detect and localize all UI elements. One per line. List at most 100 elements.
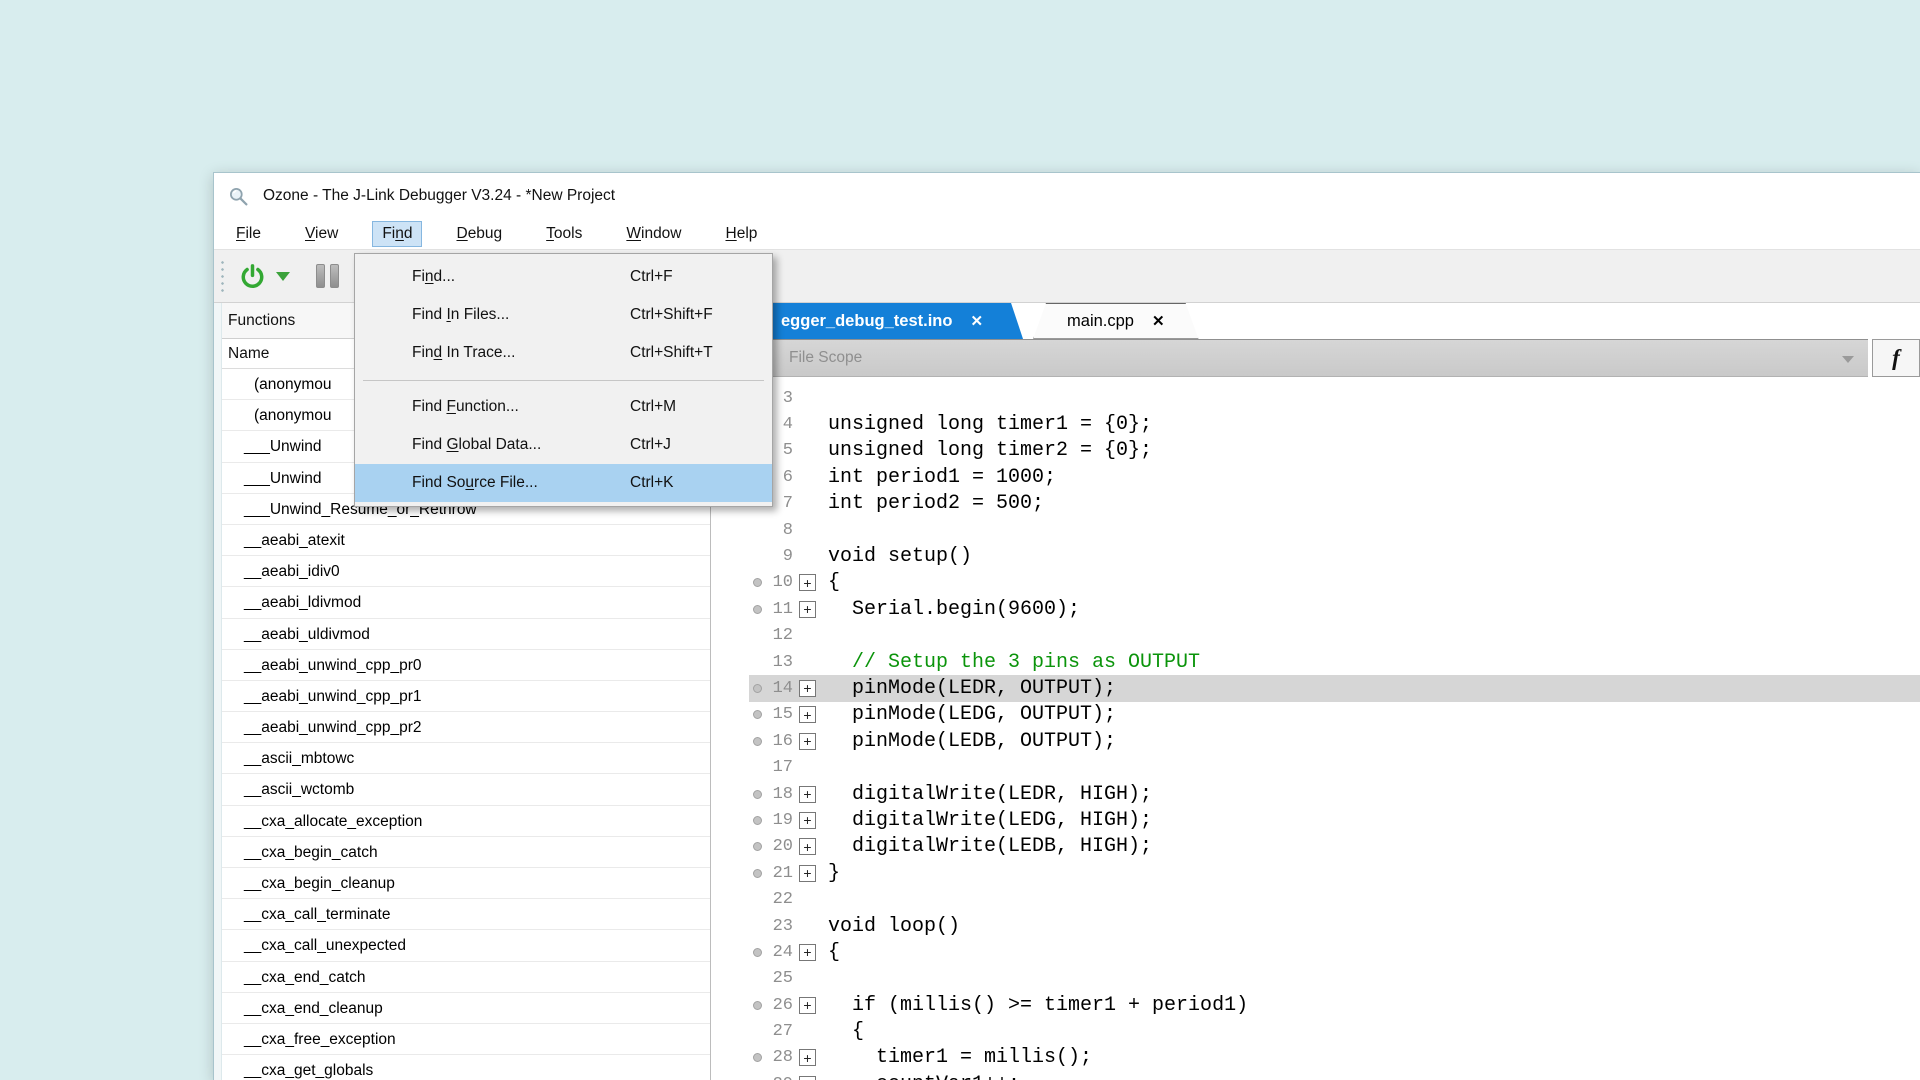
expand-plus-box[interactable]: + xyxy=(799,997,816,1014)
code-text: int period1 = 1000; xyxy=(828,466,1056,489)
expand-plus-box[interactable]: + xyxy=(799,680,816,697)
toolbar-drag-handle[interactable] xyxy=(220,259,225,293)
function-list-item[interactable]: __aeabi_atexit xyxy=(214,525,710,556)
expand-plus-box[interactable]: + xyxy=(799,1049,816,1066)
power-dropdown-arrow[interactable] xyxy=(276,272,290,281)
function-list-item[interactable]: __cxa_end_cleanup xyxy=(214,993,710,1024)
function-list-item[interactable]: __cxa_allocate_exception xyxy=(214,806,710,837)
function-list-item[interactable]: __aeabi_unwind_cpp_pr1 xyxy=(214,681,710,712)
app-window: Ozone - The J-Link Debugger V3.24 - *New… xyxy=(213,172,1920,1080)
function-list-item[interactable]: __cxa_call_terminate xyxy=(214,899,710,930)
menu-item-label: Find Global Data... xyxy=(412,436,541,454)
tab-close-icon[interactable]: ✕ xyxy=(1152,312,1165,330)
breakpoint-dot[interactable] xyxy=(749,684,766,693)
menubar-item-view[interactable]: View xyxy=(295,221,348,247)
menubar-item-find[interactable]: Find xyxy=(372,221,422,247)
tab-close-icon[interactable]: ✕ xyxy=(970,312,983,330)
function-list-item[interactable]: __aeabi_ldivmod xyxy=(214,587,710,618)
expand-plus-box[interactable]: + xyxy=(799,786,816,803)
line-number: 20 xyxy=(766,837,793,856)
pause-button[interactable] xyxy=(316,264,339,288)
editor-pane: egger_debug_test.ino✕ main.cpp✕ File Scop… xyxy=(749,303,1920,1080)
function-list-item[interactable]: __aeabi_idiv0 xyxy=(214,556,710,587)
line-number: 14 xyxy=(766,679,793,698)
menubar-item-file[interactable]: File xyxy=(226,221,271,247)
breakpoint-dot[interactable] xyxy=(749,869,766,878)
breakpoint-dot[interactable] xyxy=(749,737,766,746)
file-scope-dropdown[interactable]: File Scope xyxy=(749,339,1868,377)
expand-spacer xyxy=(799,918,816,935)
function-list-item[interactable]: __cxa_free_exception xyxy=(214,1024,710,1055)
menubar-item-help[interactable]: Help xyxy=(716,221,768,247)
menu-item-find[interactable]: Find...Ctrl+F xyxy=(355,258,772,296)
expand-plus-box[interactable]: + xyxy=(799,944,816,961)
expand-spacer xyxy=(799,548,816,565)
breakpoint-dot[interactable] xyxy=(749,816,766,825)
code-line-5: 5unsigned long timer2 = {0}; xyxy=(749,438,1920,464)
line-number: 10 xyxy=(766,573,793,592)
code-text: digitalWrite(LEDB, HIGH); xyxy=(828,835,1152,858)
function-list-item[interactable]: __ascii_wctomb xyxy=(214,774,710,805)
function-browser-button[interactable]: f xyxy=(1872,339,1920,377)
menu-item-find-in-trace[interactable]: Find In Trace...Ctrl+Shift+T xyxy=(355,334,772,372)
expand-plus-box[interactable]: + xyxy=(799,812,816,829)
expand-plus-box[interactable]: + xyxy=(799,601,816,618)
function-list-item[interactable]: __cxa_end_catch xyxy=(214,962,710,993)
menubar-item-debug[interactable]: Debug xyxy=(446,221,512,247)
title-bar: Ozone - The J-Link Debugger V3.24 - *New… xyxy=(214,173,1920,219)
function-list-item[interactable]: __aeabi_unwind_cpp_pr2 xyxy=(214,712,710,743)
find-menu-dropdown: Find...Ctrl+FFind In Files...Ctrl+Shift+… xyxy=(354,253,773,507)
power-button[interactable] xyxy=(239,263,266,290)
code-line-9: 9void setup() xyxy=(749,543,1920,569)
function-list-item[interactable]: __cxa_call_unexpected xyxy=(214,930,710,961)
code-text: { xyxy=(828,1020,864,1043)
expand-spacer xyxy=(799,390,816,407)
breakpoint-dot[interactable] xyxy=(749,578,766,587)
breakpoint-dot[interactable] xyxy=(749,790,766,799)
function-list-item[interactable]: __aeabi_uldivmod xyxy=(214,619,710,650)
breakpoint-dot[interactable] xyxy=(749,605,766,614)
expand-plus-box[interactable]: + xyxy=(799,574,816,591)
function-list-item[interactable]: __ascii_mbtowc xyxy=(214,743,710,774)
expand-spacer xyxy=(799,442,816,459)
breakpoint-dot[interactable] xyxy=(749,1053,766,1062)
code-text: unsigned long timer1 = {0}; xyxy=(828,413,1152,436)
chevron-down-icon xyxy=(1842,356,1854,363)
code-text: timer1 = millis(); xyxy=(828,1046,1092,1069)
menu-item-find-in-files[interactable]: Find In Files...Ctrl+Shift+F xyxy=(355,296,772,334)
expand-spacer xyxy=(799,469,816,486)
menubar-item-tools[interactable]: Tools xyxy=(536,221,592,247)
code-text: { xyxy=(828,941,840,964)
code-text: digitalWrite(LEDG, HIGH); xyxy=(828,809,1152,832)
function-list-item[interactable]: __aeabi_unwind_cpp_pr0 xyxy=(214,650,710,681)
menu-item-find-global-data[interactable]: Find Global Data...Ctrl+J xyxy=(355,426,772,464)
code-text: pinMode(LEDR, OUTPUT); xyxy=(828,677,1116,700)
function-list-item[interactable]: __cxa_begin_cleanup xyxy=(214,868,710,899)
menu-item-find-source-file[interactable]: Find Source File...Ctrl+K xyxy=(355,464,772,502)
code-text: } xyxy=(828,862,840,885)
breakpoint-dot[interactable] xyxy=(749,842,766,851)
line-number: 17 xyxy=(766,758,793,777)
code-text: unsigned long timer2 = {0}; xyxy=(828,439,1152,462)
editor-tab-egger-debug-test-ino[interactable]: egger_debug_test.ino✕ xyxy=(749,303,1023,339)
breakpoint-dot[interactable] xyxy=(749,710,766,719)
expand-plus-box[interactable]: + xyxy=(799,838,816,855)
menubar-item-window[interactable]: Window xyxy=(616,221,691,247)
expand-plus-box[interactable]: + xyxy=(799,865,816,882)
function-list-item[interactable]: __cxa_get_globals xyxy=(214,1055,710,1080)
line-number: 12 xyxy=(766,626,793,645)
editor-tab-main-cpp[interactable]: main.cpp✕ xyxy=(1033,303,1199,339)
breakpoint-dot[interactable] xyxy=(749,1001,766,1010)
code-text: pinMode(LEDB, OUTPUT); xyxy=(828,730,1116,753)
expand-plus-box[interactable]: + xyxy=(799,706,816,723)
code-line-3: 3 xyxy=(749,385,1920,411)
code-line-27: 27 { xyxy=(749,1018,1920,1044)
breakpoint-dot[interactable] xyxy=(749,948,766,957)
menu-item-shortcut: Ctrl+F xyxy=(630,268,673,286)
expand-plus-box[interactable]: + xyxy=(799,733,816,750)
expand-plus-box[interactable]: + xyxy=(799,1076,816,1080)
code-line-10: 10+{ xyxy=(749,570,1920,596)
menu-item-find-function[interactable]: Find Function...Ctrl+M xyxy=(355,388,772,426)
function-list-item[interactable]: __cxa_begin_catch xyxy=(214,837,710,868)
line-number: 18 xyxy=(766,785,793,804)
